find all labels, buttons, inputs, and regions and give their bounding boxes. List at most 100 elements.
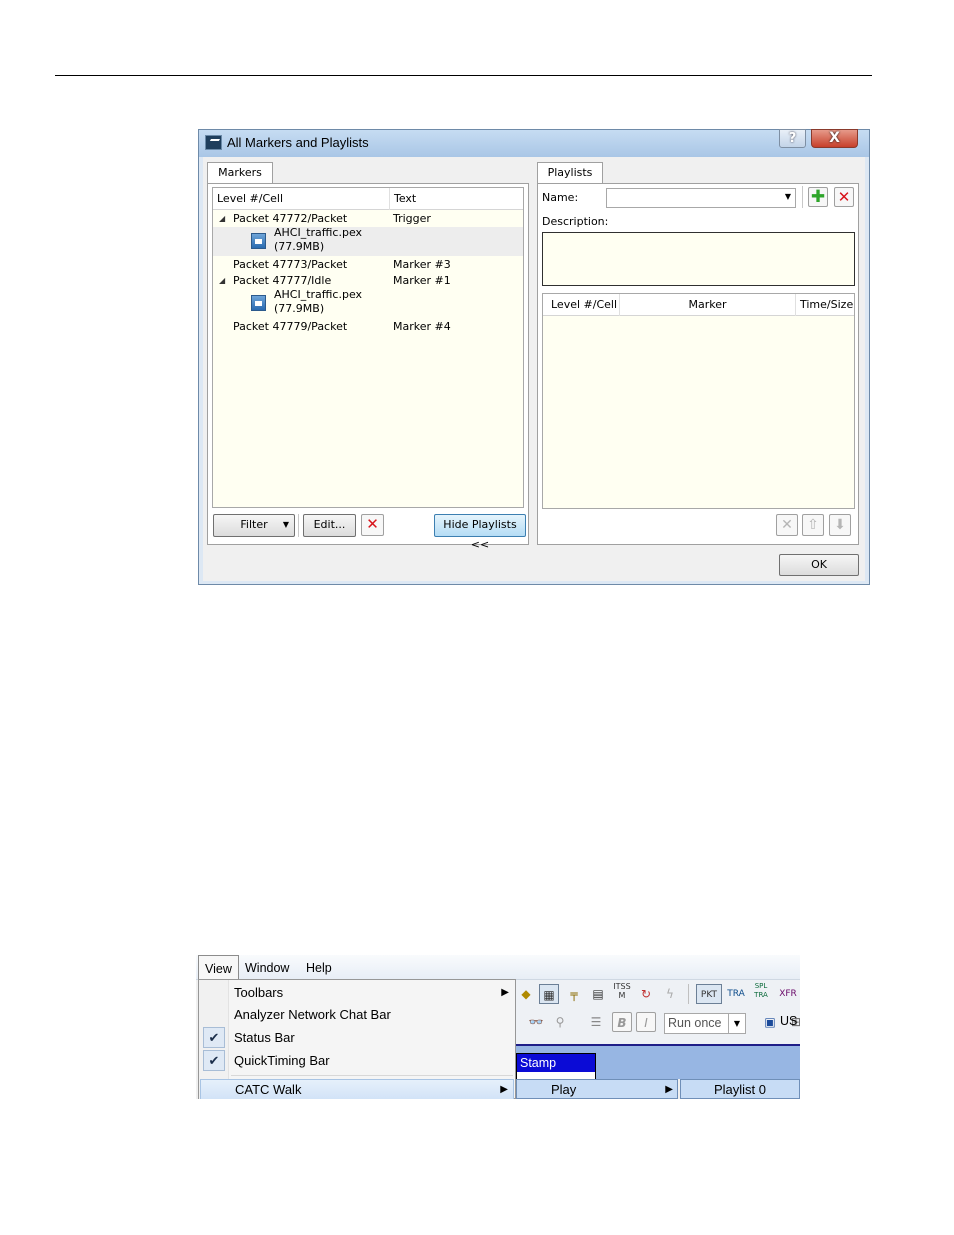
play-cell[interactable]: Play ▶ <box>516 1079 678 1099</box>
expand-triangle-icon[interactable]: ◢ <box>219 273 225 289</box>
menu-item-label: Analyzer Network Chat Bar <box>234 1007 391 1022</box>
remove-item-icon[interactable]: ✕ <box>776 514 798 536</box>
dropdown-arrow-icon: ▼ <box>728 1014 745 1033</box>
find-next-icon[interactable]: ⚲ <box>550 1012 570 1032</box>
column-header-level-cell[interactable]: Level #/Cell <box>213 188 390 210</box>
menu-item-status-bar[interactable]: ✔ Status Bar <box>199 1026 515 1049</box>
dialog-client-area: Markers Level #/Cell Text ◢ Packet 47772… <box>203 157 865 581</box>
traffic-light-icon[interactable]: ☰ <box>586 1012 606 1032</box>
menu-view[interactable]: View <box>198 955 239 980</box>
marker-row[interactable]: Packet 47773/Packet Marker #3 <box>213 257 523 273</box>
marker-cell: Packet 47773/Packet <box>233 258 348 271</box>
tab-playlists[interactable]: Playlists <box>537 162 603 184</box>
move-up-icon[interactable]: ⇧ <box>802 514 824 536</box>
markers-playlists-dialog: All Markers and Playlists ? X Markers Le… <box>198 129 870 585</box>
menu-item-label: CATC Walk <box>235 1082 302 1097</box>
menu-item-label: Toolbars <box>234 985 284 1000</box>
marker-text: Marker #1 <box>393 274 451 287</box>
binoculars-icon[interactable]: 👓 <box>526 1012 546 1032</box>
marker-cell: Packet 47772/Packet <box>233 212 348 225</box>
edit-button[interactable]: Edit... <box>303 514 356 537</box>
file-size: (77.9MB) <box>274 302 325 315</box>
menu-separator <box>231 1075 513 1076</box>
markers-list-header: Level #/Cell Text <box>213 188 523 210</box>
tra-toggle[interactable]: TRA <box>724 984 748 1004</box>
column-header-level-cell[interactable]: Level #/Cell <box>543 294 620 316</box>
display-icon[interactable]: ▦ <box>539 984 559 1004</box>
dropdown-arrow-icon: ▼ <box>282 520 289 529</box>
menu-window[interactable]: Window <box>245 955 289 980</box>
view-menu-screenshot: View Window Help ◆ ▦ ╤ ▤ ITSS M ↻ ϟ PKT … <box>196 955 800 1099</box>
delete-playlist-icon[interactable]: ✕ <box>834 187 854 207</box>
marker-file-row[interactable]: AHCI_traffic.pex (77.9MB) <box>213 226 523 256</box>
column-header-time-size[interactable]: Time/Size <box>796 294 854 316</box>
diamond-icon[interactable]: ◆ <box>516 984 536 1004</box>
hide-playlists-button[interactable]: Hide Playlists << <box>434 514 526 551</box>
toolbar-divider <box>688 984 689 1004</box>
marker-row[interactable]: Packet 47779/Packet Marker #4 <box>213 319 523 335</box>
checkmark-icon: ✔ <box>203 1050 225 1071</box>
menu-item-catc-walk[interactable]: CATC Walk ▶ <box>200 1079 514 1099</box>
playlist-name-combo[interactable]: ▼ <box>606 188 796 208</box>
add-playlist-icon[interactable]: ✚ <box>808 187 828 207</box>
marker-text: Marker #4 <box>393 320 451 333</box>
help-button[interactable]: ? <box>779 129 806 148</box>
grid-icon[interactable]: ▤ <box>588 984 608 1004</box>
run-mode-select[interactable]: Run once ▼ <box>664 1013 746 1034</box>
lightning-icon[interactable]: ϟ <box>660 984 680 1004</box>
menu-item-quicktiming-bar[interactable]: ✔ QuickTiming Bar <box>199 1049 515 1072</box>
play-label: Play <box>551 1082 577 1097</box>
marker-cell: Packet 47779/Packet <box>233 320 348 333</box>
toolbar-divider <box>298 514 299 537</box>
submenu-arrow-icon: ▶ <box>500 1084 508 1095</box>
column-header-text[interactable]: Text <box>390 188 523 210</box>
menu-bar: View Window Help <box>196 955 800 980</box>
menu-item-toolbars[interactable]: Toolbars ▶ <box>199 981 515 1004</box>
toolbar-divider <box>802 186 803 208</box>
playlist-cell[interactable]: Playlist 0 <box>680 1079 800 1099</box>
refresh-icon[interactable]: ↻ <box>636 984 656 1004</box>
file-size: (77.9MB) <box>274 240 325 253</box>
italic-format-icon[interactable]: I <box>636 1012 656 1032</box>
column-header-marker[interactable]: Marker <box>620 294 796 316</box>
menu-item-analyzer-network-chat-bar[interactable]: Analyzer Network Chat Bar <box>199 1003 515 1026</box>
dropdown-arrow-icon: ▼ <box>784 192 791 201</box>
pex-file-icon <box>251 233 266 249</box>
menu-item-label: QuickTiming Bar <box>234 1053 330 1068</box>
submenu-arrow-icon: ▶ <box>501 987 509 998</box>
spl-tra-toggle[interactable]: SPL TRA <box>750 982 772 1002</box>
markers-panel: Level #/Cell Text ◢ Packet 47772/Packet … <box>207 183 529 551</box>
xfr-toggle[interactable]: XFR <box>776 984 800 1004</box>
close-button[interactable]: X <box>811 129 858 148</box>
menu-help[interactable]: Help <box>306 955 332 980</box>
playlist-name-label: Name: <box>542 191 579 204</box>
playlist-items-list: Level #/Cell Marker Time/Size <box>542 293 855 509</box>
marker-row[interactable]: ◢ Packet 47777/Idle Marker #1 <box>213 273 523 289</box>
run-mode-value: Run once <box>668 1016 722 1030</box>
markers-list: Level #/Cell Text ◢ Packet 47772/Packet … <box>212 187 524 508</box>
description-textarea[interactable] <box>542 232 855 286</box>
marker-row[interactable]: ◢ Packet 47772/Packet Trigger <box>213 211 523 227</box>
pkt-toggle[interactable]: PKT <box>696 984 722 1004</box>
delete-marker-icon[interactable]: ✕ <box>361 514 384 536</box>
marker-cell: Packet 47777/Idle <box>233 274 332 287</box>
itss-icon[interactable]: ITSS M <box>612 982 632 1002</box>
ok-button[interactable]: OK <box>779 554 859 576</box>
marker-text: Trigger <box>393 212 431 225</box>
bold-format-icon[interactable]: B <box>612 1012 632 1032</box>
marker-file-row[interactable]: AHCI_traffic.pex (77.9MB) <box>213 288 523 318</box>
stamp-cell: Stamp <box>516 1053 596 1073</box>
usb-label: US <box>780 1014 798 1028</box>
move-down-icon[interactable]: ⬇ <box>829 514 851 536</box>
tab-markers[interactable]: Markers <box>207 162 273 184</box>
description-label: Description: <box>542 215 609 228</box>
filter-dropdown-button[interactable]: Filter ▼ <box>213 514 295 537</box>
expand-triangle-icon[interactable]: ◢ <box>219 211 225 227</box>
pex-file-icon <box>251 295 266 311</box>
marker-text: Marker #3 <box>393 258 451 271</box>
timing-icon[interactable]: ╤ <box>564 984 584 1004</box>
usb-icon[interactable]: ▣ <box>760 1012 780 1032</box>
view-dropdown-menu: Toolbars ▶ Analyzer Network Chat Bar ✔ S… <box>198 979 516 1099</box>
menu-item-label: Status Bar <box>234 1030 295 1045</box>
page-rule <box>55 75 872 76</box>
